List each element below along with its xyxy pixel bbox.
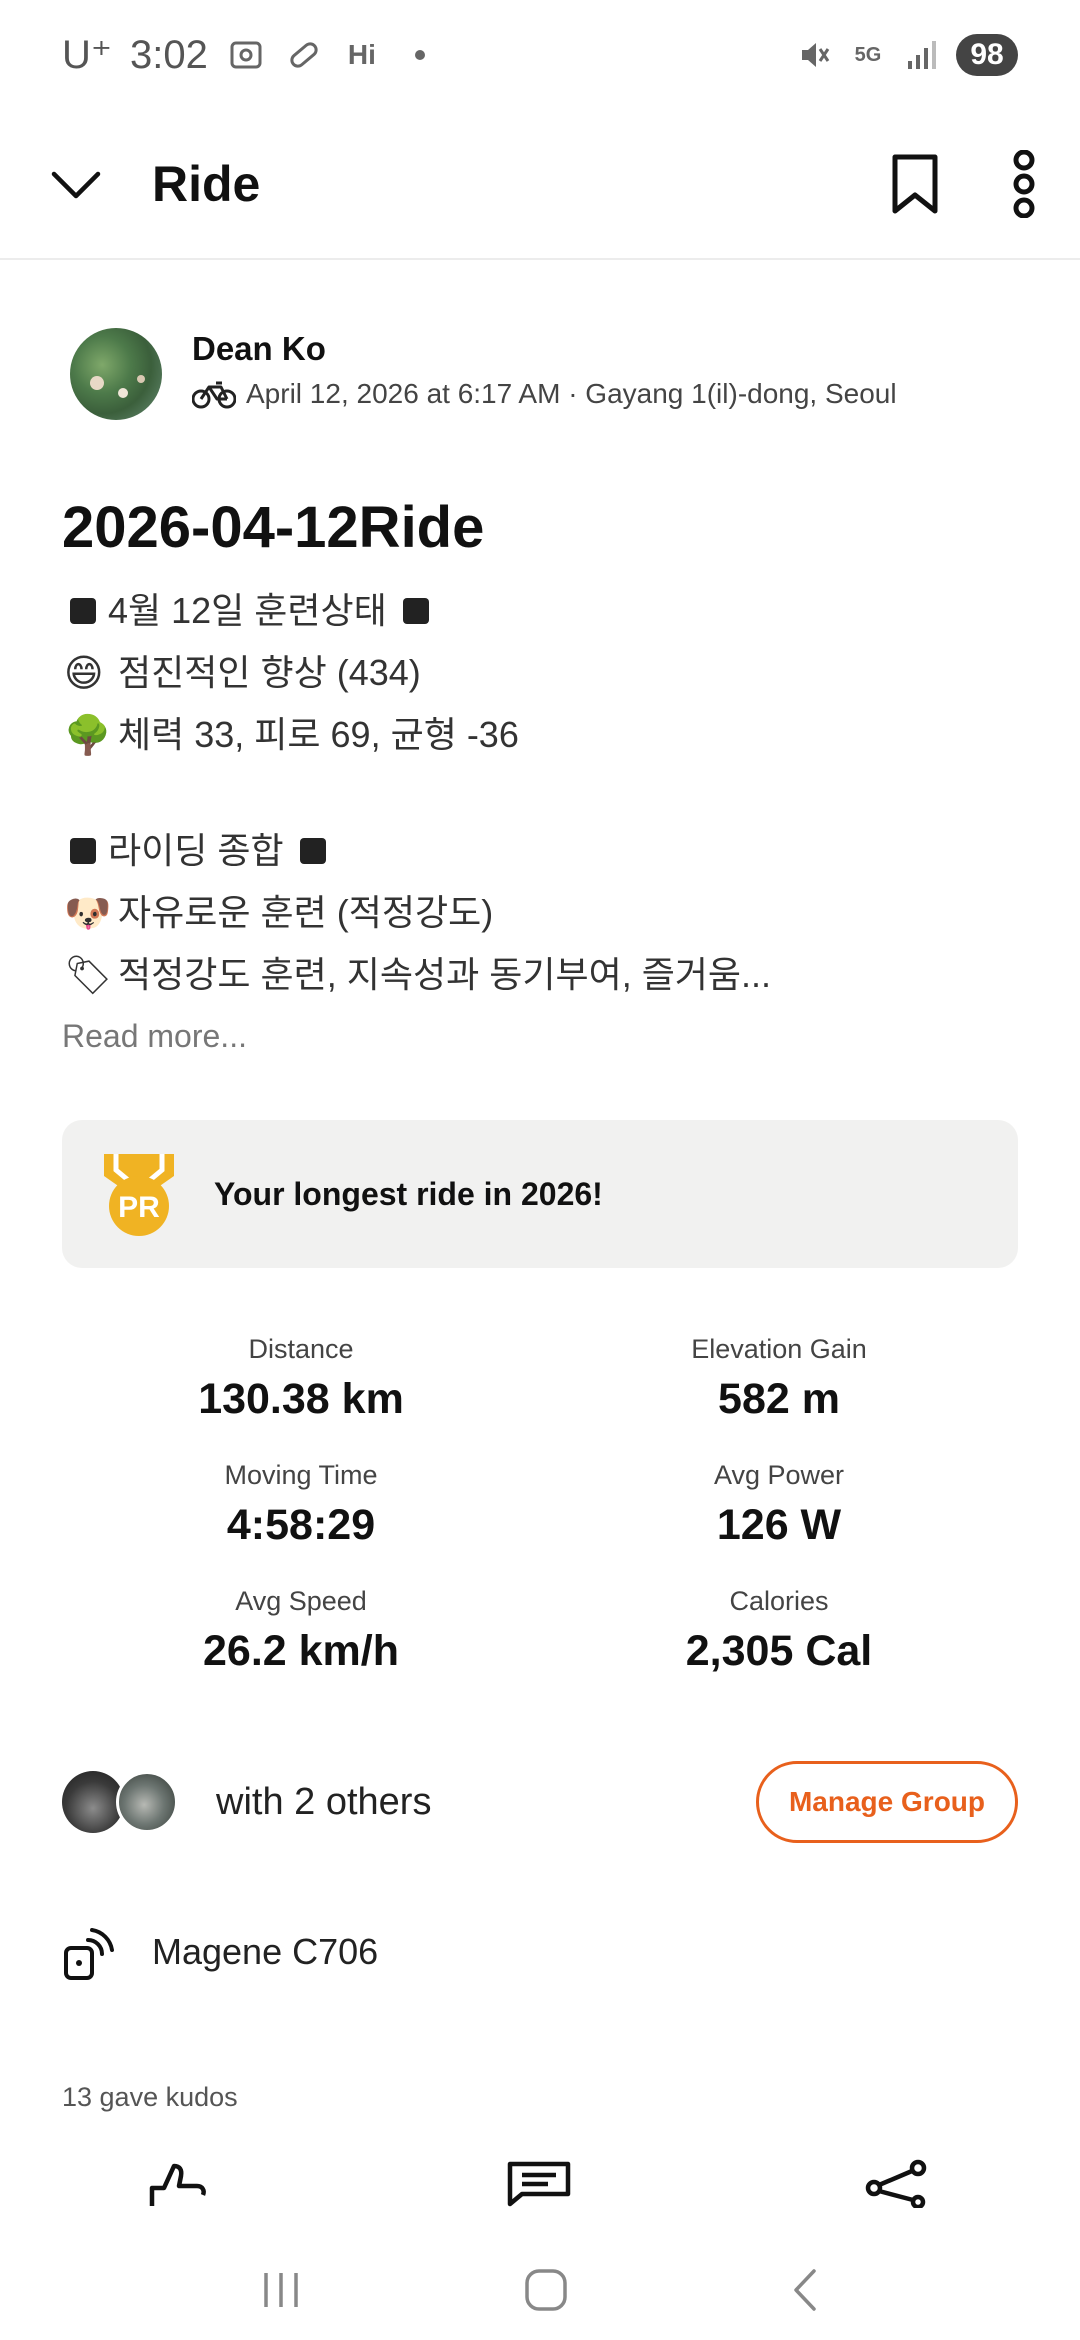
author-name[interactable]: Dean Ko [192, 330, 897, 368]
activity-date-location: April 12, 2026 at 6:17 AM · Gayang 1(il)… [246, 378, 897, 409]
thumbs-up-icon[interactable] [148, 2158, 212, 2208]
label-tag-icon: 🏷 [64, 953, 113, 997]
status-left: U⁺ 3:02 Hi [62, 32, 440, 78]
pr-text: Your longest ride in 2026! [214, 1175, 603, 1212]
avatar[interactable] [116, 1771, 178, 1833]
stat-label: Avg Power [713, 1460, 845, 1490]
grinning-face-icon: 😄 [64, 651, 104, 695]
app-bar-actions [890, 150, 1038, 218]
stat-label: Distance [248, 1334, 354, 1364]
black-square-icon [299, 838, 326, 864]
stat-value: 126 W [716, 1501, 842, 1549]
description-line: 라이딩 종합 [64, 820, 771, 882]
group-row: with 2 others Manage Group [62, 1760, 1018, 1844]
description-text: 자유로운 훈련 (적정강도) [118, 892, 494, 933]
stat-distance: Distance 130.38 km [62, 1334, 540, 1424]
recent-apps-icon[interactable] [260, 2269, 302, 2311]
device-sensor-icon [62, 1922, 118, 1982]
stat-moving-time: Moving Time 4:58:29 [62, 1460, 540, 1550]
stat-label: Moving Time [224, 1460, 378, 1490]
stat-avg-power: Avg Power 126 W [540, 1460, 1018, 1550]
chevron-down-icon[interactable] [48, 156, 104, 212]
stat-calories: Calories 2,305 Cal [540, 1586, 1018, 1676]
stat-value: 4:58:29 [226, 1501, 376, 1549]
description-text: 4월 12일 훈련상태 [108, 590, 387, 631]
activity-actions-bar [0, 2158, 1080, 2238]
description-line: 😄 점진적인 향상 (434) [64, 642, 771, 704]
clock: 3:02 [130, 32, 208, 77]
status-right: 5G 98 [794, 34, 1018, 76]
pr-banner[interactable]: PR Your longest ride in 2026! [62, 1120, 1018, 1268]
activity-description: 4월 12일 훈련상태 😄 점진적인 향상 (434) 🌳 체력 33, 피로 … [64, 580, 771, 1006]
stat-value: 582 m [718, 1375, 840, 1423]
share-icon[interactable] [864, 2158, 930, 2208]
mute-icon [794, 35, 834, 75]
pill-icon [284, 35, 324, 75]
signal-icon [902, 35, 942, 75]
battery-indicator: 98 [956, 34, 1018, 76]
author-info: Dean Ko April 12, 2026 at 6:17 AM · Gaya… [192, 328, 897, 410]
stat-value: 2,305 Cal [685, 1627, 873, 1675]
back-icon[interactable] [790, 2267, 820, 2313]
bookmark-icon[interactable] [890, 153, 940, 215]
description-text: 체력 33, 피로 69, 균형 -36 [118, 714, 519, 755]
avatar[interactable] [62, 1771, 124, 1833]
screenshot-icon [226, 35, 266, 75]
avatar[interactable] [70, 328, 162, 420]
description-line: 4월 12일 훈련상태 [64, 580, 771, 642]
pr-badge-text: PR [118, 1191, 160, 1224]
stat-label: Elevation Gain [691, 1334, 867, 1364]
dog-face-icon: 🐶 [64, 891, 112, 935]
home-icon[interactable] [523, 2267, 569, 2313]
page-title: Ride [152, 156, 261, 212]
stat-elevation: Elevation Gain 582 m [540, 1334, 1018, 1424]
carrier-label: U⁺ [62, 33, 112, 77]
description-line: 🐶 자유로운 훈련 (적정강도) [64, 882, 771, 944]
more-vertical-icon[interactable] [1010, 150, 1038, 218]
device-name: Magene C706 [152, 1931, 379, 1972]
status-bar: U⁺ 3:02 Hi 5G 98 [0, 0, 1080, 110]
comment-icon[interactable] [506, 2158, 572, 2208]
stat-value: 26.2 km/h [203, 1627, 399, 1675]
system-nav-bar [0, 2240, 1080, 2340]
stat-avg-speed: Avg Speed 26.2 km/h [62, 1586, 540, 1676]
stat-label: Avg Speed [235, 1586, 367, 1616]
bike-icon [192, 379, 236, 409]
hi-icon: Hi [347, 39, 376, 70]
stat-value: 130.38 km [198, 1375, 404, 1423]
pr-medal-icon: PR [98, 1150, 180, 1238]
black-square-icon [70, 838, 96, 864]
black-square-icon [402, 598, 429, 624]
activity-title: 2026-04-12Ride [62, 495, 485, 560]
read-more-link[interactable]: Read more... [62, 1018, 247, 1055]
group-avatars[interactable] [62, 1771, 178, 1833]
tree-icon: 🌳 [64, 713, 112, 757]
kudos-count[interactable]: 13 gave kudos [62, 2082, 238, 2113]
description-text: 적정강도 훈련, 지속성과 동기부여, 즐거움... [118, 954, 772, 995]
app-bar: Ride [0, 110, 1080, 260]
manage-group-button[interactable]: Manage Group [755, 1761, 1018, 1843]
description-line: 🌳 체력 33, 피로 69, 균형 -36 [64, 704, 771, 766]
dot-icon [400, 35, 440, 75]
description-text: 점진적인 향상 (434) [118, 652, 421, 693]
network-5g-icon: 5G [854, 43, 882, 66]
author-row[interactable]: Dean Ko April 12, 2026 at 6:17 AM · Gaya… [70, 328, 897, 420]
description-line: 🏷 적정강도 훈련, 지속성과 동기부여, 즐거움... [64, 944, 771, 1006]
black-square-icon [70, 598, 96, 624]
author-meta: April 12, 2026 at 6:17 AM · Gayang 1(il)… [192, 378, 897, 410]
device-row: Magene C706 [62, 1922, 378, 1982]
stats-grid: Distance 130.38 km Elevation Gain 582 m … [62, 1334, 1018, 1676]
description-text: 라이딩 종합 [108, 830, 284, 871]
stat-label: Calories [729, 1586, 829, 1616]
group-text[interactable]: with 2 others [216, 1781, 431, 1824]
